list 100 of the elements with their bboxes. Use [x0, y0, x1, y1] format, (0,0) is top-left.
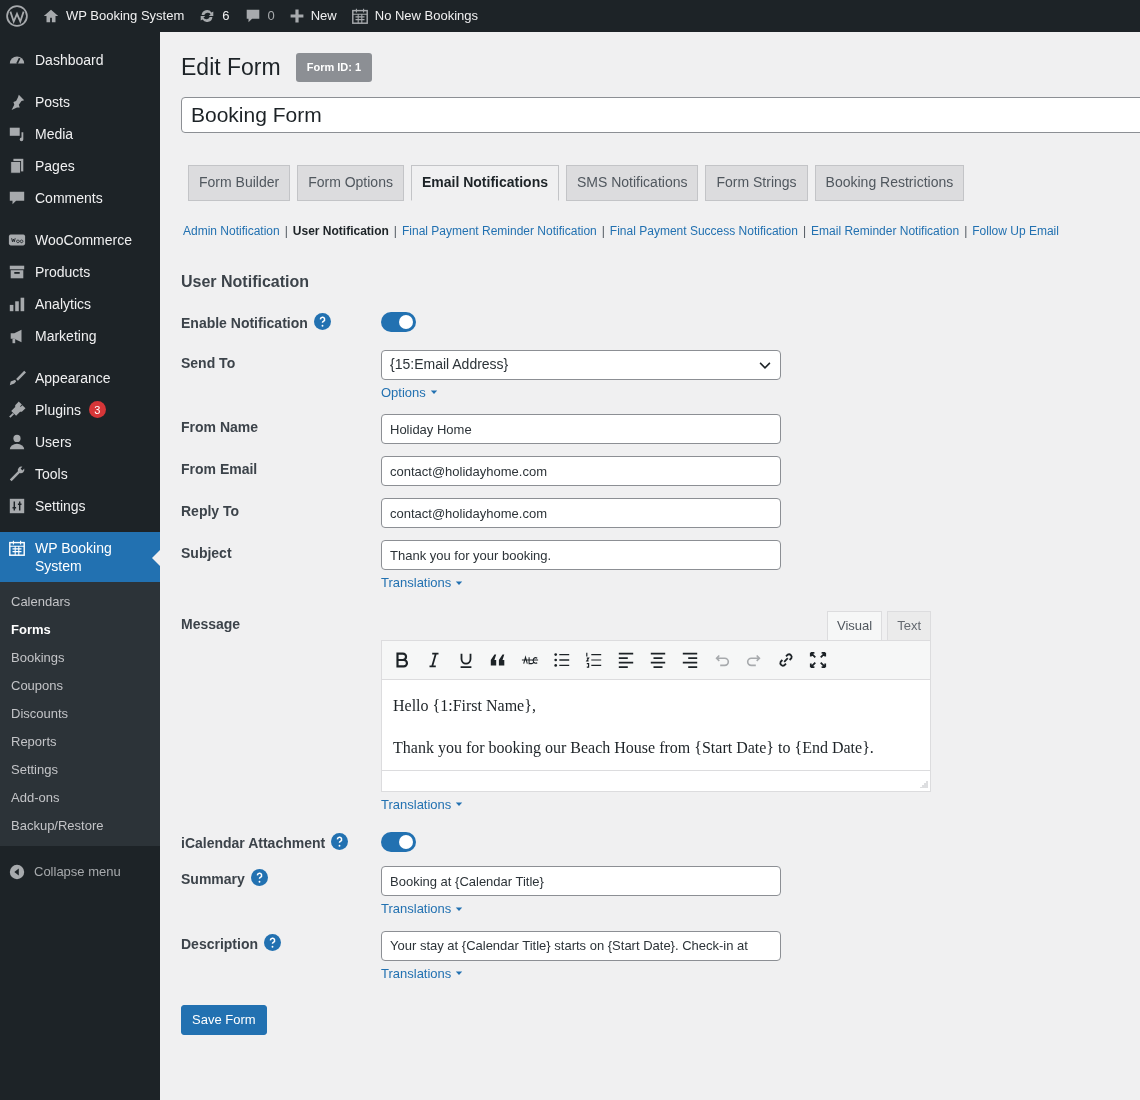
caret-icon [455, 578, 464, 587]
sidebar-item[interactable]: WP Booking System [0, 532, 160, 582]
message-paragraph: Thank you for booking our Beach House from {Start Date} to {End Date}. [393, 737, 875, 759]
form-tab[interactable]: Booking Restrictions [814, 164, 965, 201]
admin-bar-link[interactable]: No New Bookings [374, 6, 479, 26]
text-field[interactable]: Your stay at {Calendar Title} starts on {Start Date}. Check-in at [381, 930, 781, 961]
calendar-icon [350, 7, 369, 25]
separator: | [802, 222, 807, 240]
toggle-switch[interactable] [381, 832, 416, 852]
fullscreen-icon [809, 650, 827, 669]
numbered-list-icon [585, 650, 603, 669]
notification-link[interactable]: Email Reminder Notification [811, 221, 960, 240]
user-icon [8, 433, 26, 451]
field-label: Send To [181, 353, 236, 373]
text-field[interactable]: Thank you for your booking. [381, 540, 781, 570]
sidebar-item[interactable]: Posts [0, 86, 160, 118]
form-tab[interactable]: Form Builder [188, 164, 291, 201]
plus-icon [288, 8, 305, 24]
sidebar-item[interactable]: Users [0, 426, 160, 458]
form-name-field[interactable]: Booking Form [181, 96, 1140, 133]
admin-bar-link[interactable]: WP Booking System [66, 6, 185, 26]
collapse-menu-link[interactable]: Collapse menu [34, 862, 121, 882]
sidebar-item[interactable]: Products [0, 256, 160, 288]
page-title: Edit Form [181, 53, 281, 82]
admin-bar-link[interactable]: 0 [267, 6, 275, 26]
sidebar-item[interactable]: Analytics [0, 288, 160, 320]
submenu-item[interactable]: Bookings [0, 644, 160, 672]
notification-link[interactable]: Admin Notification [183, 221, 280, 240]
editor-content[interactable]: Hello {1:First Name}, Thank you for booking our Beach House from {Start Date} to {End Date}. [381, 679, 931, 770]
sidebar-item[interactable]: Tools [0, 458, 160, 490]
link-icon [777, 650, 795, 669]
notification-link[interactable]: User Notification [292, 221, 389, 240]
wordpress-logo-icon [6, 5, 28, 27]
form-id-badge: Form ID: 1 [295, 53, 373, 82]
wrench-icon [8, 465, 26, 483]
editor-mode-tab[interactable]: Visual [826, 610, 883, 641]
sidebar-item[interactable]: WooCommerce [0, 224, 160, 256]
caret-icon [455, 904, 464, 913]
separator: | [601, 222, 605, 240]
admin-bar-link[interactable]: 6 [222, 6, 230, 26]
align-center-icon [649, 650, 667, 669]
submenu-item[interactable]: Add-ons [0, 784, 160, 812]
sidebar-item[interactable]: Plugins 3 [0, 394, 160, 426]
separator: | [284, 222, 288, 240]
field-label: From Name [181, 418, 259, 437]
form-tab[interactable]: Email Notifications [410, 164, 559, 201]
toggle-switch[interactable] [381, 311, 416, 332]
submenu-item[interactable]: Calendars [0, 588, 160, 616]
dropdown-link[interactable]: Translations [381, 963, 464, 983]
submenu-item[interactable]: Backup/Restore [0, 812, 160, 840]
text-field[interactable]: Holiday Home [381, 414, 781, 444]
sidebar-item[interactable]: Dashboard [0, 44, 160, 76]
notification-link[interactable]: Final Payment Reminder Notification [402, 221, 597, 240]
menu-pointer-icon [152, 550, 160, 566]
dropdown-link[interactable]: Translations [381, 794, 464, 814]
align-left-icon [617, 650, 635, 669]
bold-icon [393, 650, 411, 669]
editor-mode-tab[interactable]: Text [887, 610, 931, 641]
dropdown-link[interactable]: Translations [381, 899, 464, 919]
submenu-item[interactable]: Settings [0, 756, 160, 784]
field-label: Description [181, 934, 258, 954]
separator: | [964, 222, 968, 240]
calendar-icon [8, 539, 26, 557]
admin-bar-link[interactable]: New [310, 6, 337, 26]
sidebar-item[interactable]: Marketing [0, 320, 160, 352]
form-tab[interactable]: Form Options [297, 164, 404, 201]
plug-icon [8, 401, 26, 419]
sidebar-item[interactable]: Settings [0, 490, 160, 522]
media-icon [8, 125, 26, 143]
sidebar-item[interactable]: Appearance [0, 362, 160, 394]
submenu-item[interactable]: Coupons [0, 672, 160, 700]
select-field[interactable]: {15:Email Address} [381, 349, 781, 380]
save-button[interactable]: Save Form [181, 1005, 267, 1035]
submenu-item[interactable]: Discounts [0, 700, 160, 728]
align-right-icon [681, 650, 699, 669]
bar-chart-icon [8, 295, 26, 313]
sidebar-item[interactable]: Media [0, 118, 160, 150]
submenu-item[interactable]: Forms [0, 616, 160, 644]
bulleted-list-icon [553, 650, 571, 669]
notification-link[interactable]: Follow Up Email [972, 221, 1059, 240]
box-icon [8, 263, 26, 281]
text-field[interactable]: contact@holidayhome.com [381, 456, 781, 486]
text-field[interactable]: Booking at {Calendar Title} [381, 866, 781, 896]
field-label: iCalendar Attachment [181, 834, 326, 853]
form-tab[interactable]: Form Strings [705, 164, 808, 201]
notification-link[interactable]: Final Payment Success Notification [609, 221, 798, 240]
pages-icon [8, 157, 26, 175]
separator: | [393, 222, 397, 240]
field-label: Reply To [181, 502, 240, 521]
sidebar-item[interactable]: Pages [0, 150, 160, 182]
form-tab[interactable]: SMS Notifications [566, 164, 699, 201]
sidebar-item[interactable]: Comments [0, 182, 160, 214]
text-field[interactable]: contact@holidayhome.com [381, 498, 781, 528]
field-label: Enable Notification [181, 313, 308, 333]
field-label: Message [181, 614, 241, 634]
dropdown-link[interactable]: Translations [381, 573, 464, 593]
brush-icon [8, 369, 26, 387]
section-title: User Notification [181, 271, 310, 292]
dropdown-link[interactable]: Options [381, 382, 438, 402]
submenu-item[interactable]: Reports [0, 728, 160, 756]
